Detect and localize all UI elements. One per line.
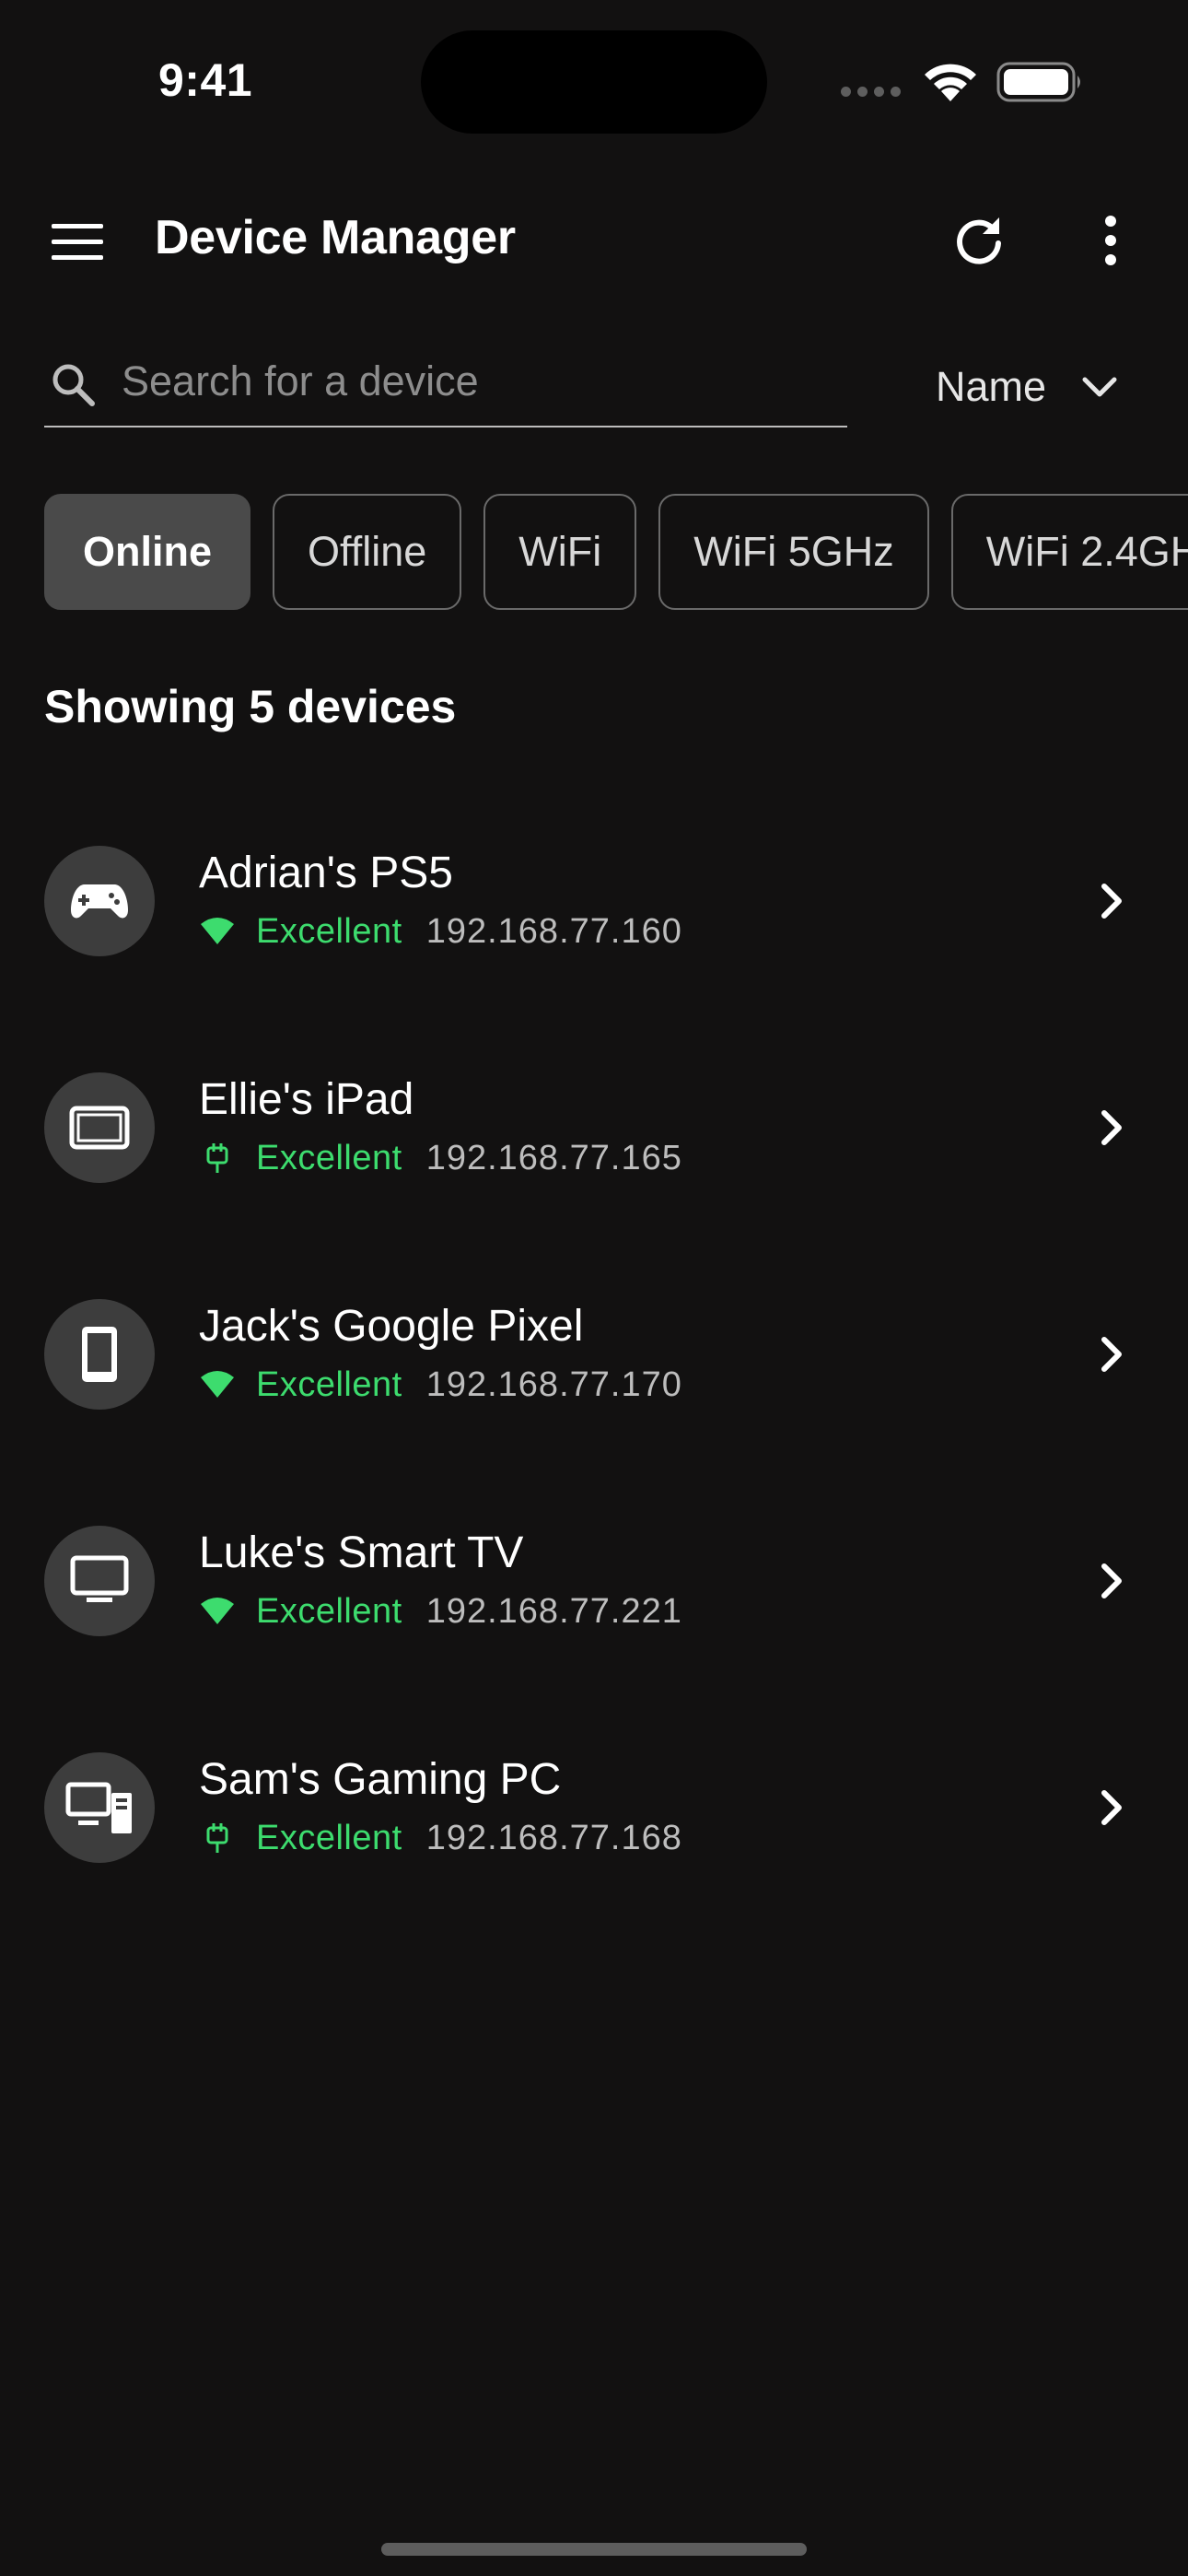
- device-meta: Excellent 192.168.77.168: [199, 1815, 682, 1861]
- status-time: 9:41: [158, 54, 253, 106]
- gamepad-icon: [71, 884, 128, 919]
- device-row[interactable]: Sam's Gaming PC Excellent 192.168.77.168: [0, 1736, 1188, 1962]
- device-row[interactable]: Luke's Smart TV Excellent 192.168.77.221: [0, 1509, 1188, 1736]
- refresh-icon[interactable]: [947, 208, 1011, 273]
- wifi-connection-icon: [199, 1593, 236, 1630]
- status-bar: 9:41: [0, 0, 1188, 157]
- home-indicator[interactable]: [381, 2543, 807, 2556]
- filter-chip-offline[interactable]: Offline: [273, 494, 462, 610]
- device-meta: Excellent 192.168.77.170: [199, 1362, 682, 1408]
- device-row[interactable]: Ellie's iPad Excellent 192.168.77.165: [0, 1056, 1188, 1282]
- tablet-icon: [69, 1106, 130, 1150]
- hamburger-menu-icon[interactable]: [39, 212, 116, 271]
- tv-icon: [70, 1555, 129, 1602]
- filter-chip-wifi-2-4ghz[interactable]: WiFi 2.4GHz: [950, 494, 1188, 610]
- device-count-label: Showing 5 devices: [44, 681, 457, 732]
- app-bar: Device Manager: [0, 184, 1188, 295]
- chevron-right-icon: [1089, 1553, 1135, 1609]
- wifi-connection-icon: [199, 1366, 236, 1403]
- signal-quality: Excellent: [256, 1591, 402, 1631]
- ip-address: 192.168.77.160: [425, 911, 682, 951]
- ip-address: 192.168.77.170: [425, 1364, 682, 1404]
- device-list: Adrian's PS5 Excellent 192.168.77.160 El…: [0, 829, 1188, 1962]
- ip-address: 192.168.77.221: [425, 1591, 682, 1631]
- filter-chip-wifi-5ghz[interactable]: WiFi 5GHz: [658, 494, 929, 610]
- battery-icon: [996, 62, 1080, 102]
- chevron-right-icon: [1089, 1327, 1135, 1382]
- search-field[interactable]: [44, 341, 847, 427]
- signal-quality: Excellent: [256, 1364, 402, 1404]
- signal-quality: Excellent: [256, 1138, 402, 1177]
- wifi-status-icon: [925, 64, 976, 101]
- device-avatar: [44, 1526, 155, 1636]
- chevron-right-icon: [1089, 1780, 1135, 1835]
- more-vertical-icon[interactable]: [1085, 208, 1136, 273]
- cellular-signal-icon: [841, 87, 901, 97]
- device-name: Adrian's PS5: [199, 849, 453, 897]
- device-name: Jack's Google Pixel: [199, 1302, 584, 1351]
- device-avatar: [44, 1299, 155, 1410]
- ethernet-connection-icon: [199, 1820, 236, 1856]
- chevron-right-icon: [1089, 873, 1135, 929]
- sort-selected-label: Name: [936, 363, 1047, 410]
- filter-chip-online[interactable]: Online: [44, 494, 251, 610]
- filter-chip-wifi[interactable]: WiFi: [483, 494, 637, 610]
- search-icon: [52, 364, 95, 406]
- ip-address: 192.168.77.165: [425, 1138, 682, 1177]
- device-meta: Excellent 192.168.77.221: [199, 1588, 682, 1634]
- sort-dropdown[interactable]: Name: [936, 350, 1118, 424]
- device-meta: Excellent 192.168.77.160: [199, 908, 682, 954]
- device-row[interactable]: Adrian's PS5 Excellent 192.168.77.160: [0, 829, 1188, 1056]
- dynamic-island: [421, 30, 767, 134]
- device-avatar: [44, 1752, 155, 1863]
- wifi-connection-icon: [199, 913, 236, 950]
- device-avatar: [44, 1072, 155, 1183]
- filter-chips: Online Offline WiFi WiFi 5GHz WiFi 2.4GH…: [44, 494, 1188, 612]
- device-name: Luke's Smart TV: [199, 1528, 524, 1577]
- ethernet-connection-icon: [199, 1140, 236, 1177]
- ip-address: 192.168.77.168: [425, 1818, 682, 1857]
- chevron-right-icon: [1089, 1100, 1135, 1155]
- device-avatar: [44, 846, 155, 956]
- search-input[interactable]: [122, 354, 831, 409]
- device-name: Ellie's iPad: [199, 1075, 414, 1124]
- phone-icon: [82, 1327, 117, 1382]
- signal-quality: Excellent: [256, 1818, 402, 1857]
- desktop-icon: [65, 1782, 132, 1833]
- signal-quality: Excellent: [256, 911, 402, 951]
- device-meta: Excellent 192.168.77.165: [199, 1135, 682, 1181]
- page-title: Device Manager: [155, 211, 516, 264]
- device-name: Sam's Gaming PC: [199, 1755, 562, 1804]
- chevron-down-icon: [1082, 377, 1117, 397]
- device-row[interactable]: Jack's Google Pixel Excellent 192.168.77…: [0, 1282, 1188, 1509]
